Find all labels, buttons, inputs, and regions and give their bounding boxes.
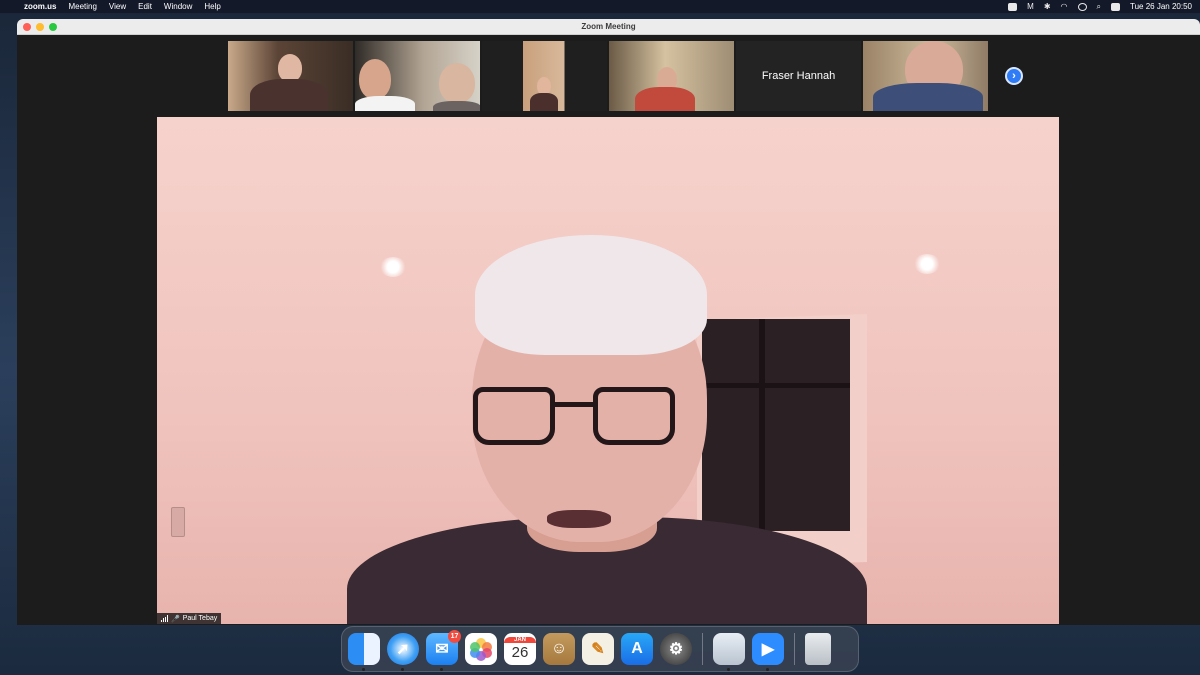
- window-controls: [23, 23, 57, 31]
- glasses: [473, 387, 555, 445]
- calendar-icon[interactable]: JAN 26: [504, 633, 536, 665]
- system-preferences-icon[interactable]: ⚙: [660, 633, 692, 665]
- mail-icon[interactable]: ✉ 17: [426, 630, 461, 671]
- connection-signal-icon: [161, 615, 168, 622]
- participant-name: Fraser Hannah: [761, 70, 836, 82]
- menu-window[interactable]: Window: [164, 2, 192, 11]
- menu-help[interactable]: Help: [204, 2, 220, 11]
- active-speaker-video[interactable]: [157, 117, 1059, 624]
- participant-video-1[interactable]: [228, 41, 353, 111]
- participant-tile-fraser-hannah[interactable]: Fraser Hannah: [736, 41, 861, 111]
- dock-separator: [702, 633, 703, 665]
- menu-meeting[interactable]: Meeting: [68, 2, 96, 11]
- spotlight-search-icon[interactable]: ⌕: [1097, 2, 1101, 12]
- zoom-status-icon[interactable]: [1008, 2, 1018, 11]
- minimize-window-button[interactable]: [36, 23, 44, 31]
- zoom-meeting-window: Zoom Meeting Fraser Hannah › 🎤 Paul Teba…: [17, 19, 1200, 625]
- time-machine-icon[interactable]: [1077, 2, 1087, 11]
- calendar-day: 26: [511, 643, 529, 661]
- participant-video-6[interactable]: [863, 41, 988, 111]
- pages-icon[interactable]: ✎: [582, 633, 614, 665]
- ceiling-light: [380, 257, 406, 277]
- dock-separator: [794, 633, 795, 665]
- zoom-app-icon[interactable]: ▶: [752, 633, 784, 671]
- participant-strip: Fraser Hannah: [228, 41, 988, 111]
- participant-video-4[interactable]: [609, 41, 734, 111]
- app-menu[interactable]: zoom.us: [24, 2, 56, 11]
- bluetooth-icon[interactable]: ✱: [1044, 2, 1051, 11]
- wifi-icon[interactable]: ◠: [1061, 2, 1068, 11]
- close-window-button[interactable]: [23, 23, 31, 31]
- m-status-icon[interactable]: M: [1027, 2, 1034, 11]
- control-center-icon[interactable]: [1111, 2, 1121, 11]
- status-area: M ✱ ◠ ⌕ Tue 26 Jan 20:50: [1008, 2, 1192, 12]
- trash-icon[interactable]: [805, 633, 831, 665]
- contacts-icon[interactable]: ☺: [543, 633, 575, 665]
- finder-icon[interactable]: [348, 633, 380, 671]
- menu-view[interactable]: View: [109, 2, 126, 11]
- speaker-name: Paul Tebay: [182, 615, 218, 622]
- title-bar[interactable]: Zoom Meeting: [17, 19, 1200, 35]
- participant-video-2[interactable]: [355, 41, 480, 111]
- speaker-name-tag: 🎤 Paul Tebay: [157, 613, 222, 624]
- dock: ➚ ✉ 17 JAN 26 ☺ ✎ A ⚙ ▶: [341, 626, 859, 672]
- light-switch: [171, 507, 185, 537]
- menu-edit[interactable]: Edit: [138, 2, 152, 11]
- next-page-button[interactable]: ›: [1005, 67, 1023, 85]
- window-title: Zoom Meeting: [581, 22, 636, 31]
- mail-unread-badge: 17: [448, 630, 461, 643]
- microphone-icon: 🎤: [171, 615, 180, 623]
- menu-bar: zoom.us Meeting View Edit Window Help M …: [0, 0, 1200, 13]
- preview-icon[interactable]: [713, 633, 745, 671]
- menu-bar-clock[interactable]: Tue 26 Jan 20:50: [1130, 2, 1192, 11]
- ceiling-light: [914, 254, 940, 274]
- chevron-right-icon: ›: [1012, 70, 1016, 82]
- app-store-icon[interactable]: A: [621, 633, 653, 665]
- safari-icon[interactable]: ➚: [387, 633, 419, 671]
- photos-icon[interactable]: [465, 633, 497, 665]
- participant-video-3[interactable]: [482, 41, 607, 111]
- zoom-window-button[interactable]: [49, 23, 57, 31]
